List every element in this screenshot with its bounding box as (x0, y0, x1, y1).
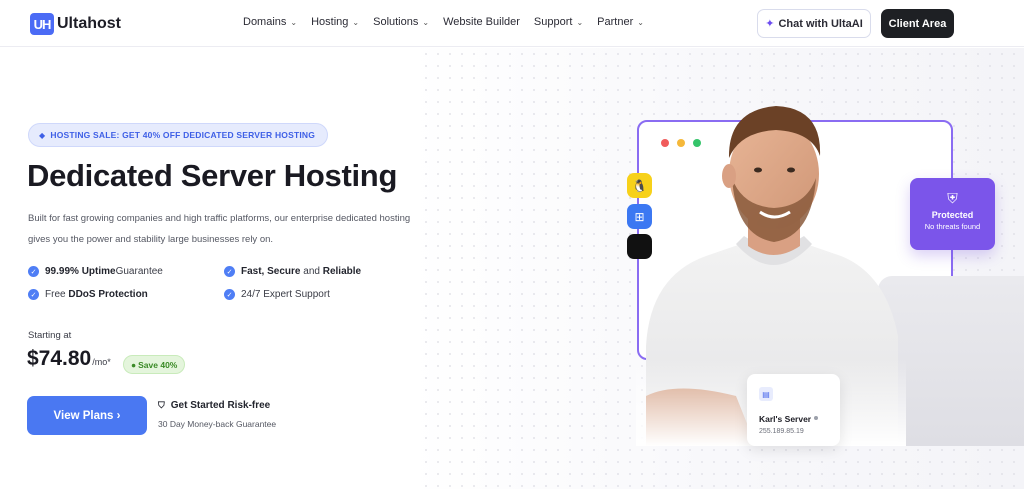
check-icon: ✓ (28, 289, 39, 300)
feature-text: Guarantee (115, 266, 163, 277)
save-badge-text: Save 40% (138, 359, 178, 370)
site-header: UH Ultahost Domains ⌄ Hosting ⌄ Solutions ⌄… (0, 0, 1024, 47)
nav-hosting[interactable]: Hosting ⌄ (311, 16, 359, 28)
feature-support: ✓ 24/7 Expert Support (224, 289, 330, 300)
status-dot (814, 416, 818, 420)
feature-text: and (300, 266, 323, 277)
save-badge: ● Save 40% (123, 355, 186, 374)
sparkle-icon: ✦ (765, 18, 775, 30)
nav-label: Solutions (373, 16, 419, 28)
chevron-down-icon: ⌄ (637, 17, 644, 27)
nav-label: Partner (597, 16, 634, 28)
chat-button[interactable]: ✦ Chat with UltaAI (757, 9, 871, 38)
server-name: Karl's Server (759, 414, 812, 424)
client-area-button[interactable]: Client Area (881, 9, 954, 38)
view-plans-button[interactable]: View Plans › (27, 396, 147, 435)
price-amount: $74.80 (27, 347, 92, 370)
check-icon: ✓ (224, 266, 235, 277)
feature-ddos: ✓ Free DDoS Protection (28, 289, 148, 300)
logo-text: Ultahost (57, 15, 121, 32)
feature-bold: 99.99% Uptime (45, 266, 116, 277)
server-icon: ▤ (759, 387, 773, 401)
feature-bold: DDoS Protection (68, 289, 148, 300)
risk-free-text: Get Started Risk-free (170, 400, 271, 411)
check-icon: ✓ (224, 289, 235, 300)
protected-subtitle: No threats found (924, 222, 981, 231)
server-card: ▤ Karl's Server 255.189.85.19 (747, 374, 840, 446)
protected-title: Protected (931, 210, 974, 220)
page-title: Dedicated Server Hosting (27, 158, 398, 193)
nav-support[interactable]: Support ⌄ (534, 16, 583, 28)
price: $74.80 /mo* (27, 347, 111, 371)
nav-label: Support (533, 16, 573, 28)
nav-website-builder[interactable]: Website Builder (443, 16, 520, 28)
nav-label: Website Builder (443, 16, 520, 28)
price-unit: /mo* (92, 357, 111, 367)
feature-fast-secure: ✓ Fast, Secure and Reliable (224, 266, 361, 277)
feature-bold: Reliable (322, 266, 362, 277)
chevron-down-icon: ⌄ (290, 17, 298, 27)
feature-text: 24/7 Expert Support (241, 289, 330, 300)
main-nav: Domains ⌄ Hosting ⌄ Solutions ⌄ Website Bui… (243, 16, 658, 28)
sale-badge[interactable]: ◆ HOSTING SALE: GET 40% OFF DEDICATED SE… (28, 123, 329, 147)
chevron-down-icon: ⌄ (422, 17, 430, 27)
feature-bold: Fast, Secure (241, 266, 301, 277)
chevron-down-icon: ⌄ (576, 17, 584, 27)
nav-label: Hosting (311, 16, 349, 28)
feature-uptime: ✓ 99.99% Uptime Guarantee (28, 266, 163, 277)
nav-partner[interactable]: Partner ⌄ (597, 16, 644, 28)
tag-icon: ◆ (39, 130, 46, 140)
nav-label: Domains (243, 16, 287, 28)
money-back-text: 30 Day Money-back Guarantee (158, 419, 277, 429)
logo[interactable]: UH Ultahost (30, 11, 121, 37)
tag-icon: ● (131, 359, 137, 370)
protected-card: ⛨ Protected No threats found (910, 178, 995, 250)
nav-solutions[interactable]: Solutions ⌄ (373, 16, 429, 28)
sale-badge-text: HOSTING SALE: GET 40% OFF DEDICATED SERV… (50, 130, 316, 140)
shield-icon: ⛉ (158, 400, 165, 410)
feature-text: Free (45, 289, 69, 300)
shield-check-icon: ⛨ (947, 190, 958, 206)
logo-mark: UH (30, 13, 54, 35)
nav-domains[interactable]: Domains ⌄ (243, 16, 297, 28)
hero-description: Built for fast growing companies and hig… (28, 213, 411, 245)
check-icon: ✓ (28, 266, 39, 277)
starting-at-label: Starting at (28, 330, 72, 341)
server-ip: 255.189.85.19 (759, 428, 804, 435)
risk-free: ⛉ Get Started Risk-free (158, 400, 270, 411)
chat-button-label: Chat with UltaAI (778, 17, 863, 30)
chevron-down-icon: ⌄ (352, 17, 360, 27)
